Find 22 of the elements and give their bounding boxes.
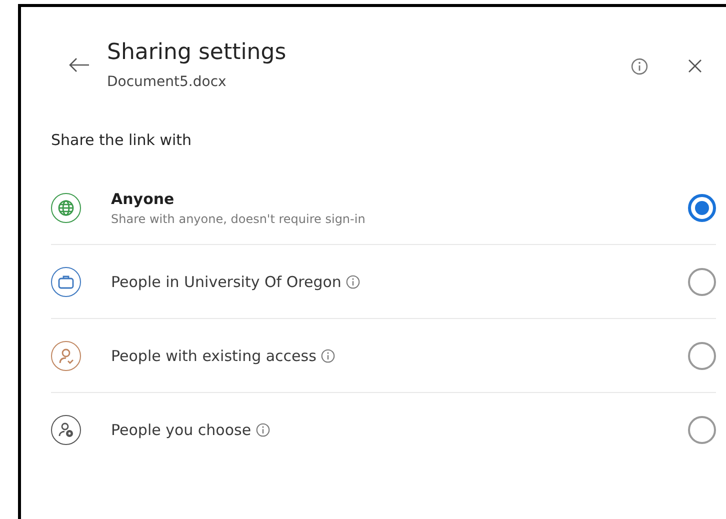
close-icon (688, 59, 702, 73)
option-label: Anyone (111, 190, 174, 208)
radio-button[interactable] (688, 342, 716, 370)
option-label: People you choose (111, 421, 252, 439)
radio-button[interactable] (688, 416, 716, 444)
file-name: Document5.docx (107, 73, 228, 92)
briefcase-icon (58, 274, 74, 288)
person-icon (58, 422, 74, 438)
info-icon (256, 423, 270, 437)
option-description: Share with anyone, doesn't require sign-in (111, 212, 366, 226)
option-label: People in University Of Oregon (111, 272, 342, 290)
back-arrow-icon (68, 57, 90, 73)
radio-button[interactable] (688, 268, 716, 296)
info-icon (321, 348, 336, 362)
dialog-title: Sharing settings (107, 39, 288, 67)
info-icon (346, 274, 360, 288)
info-icon (630, 58, 648, 74)
globe-icon (58, 200, 74, 216)
radio-button[interactable] (688, 194, 716, 222)
option-label: People with existing access (111, 346, 316, 364)
section-label: Share the link with (51, 131, 193, 149)
person-icon (58, 348, 74, 364)
